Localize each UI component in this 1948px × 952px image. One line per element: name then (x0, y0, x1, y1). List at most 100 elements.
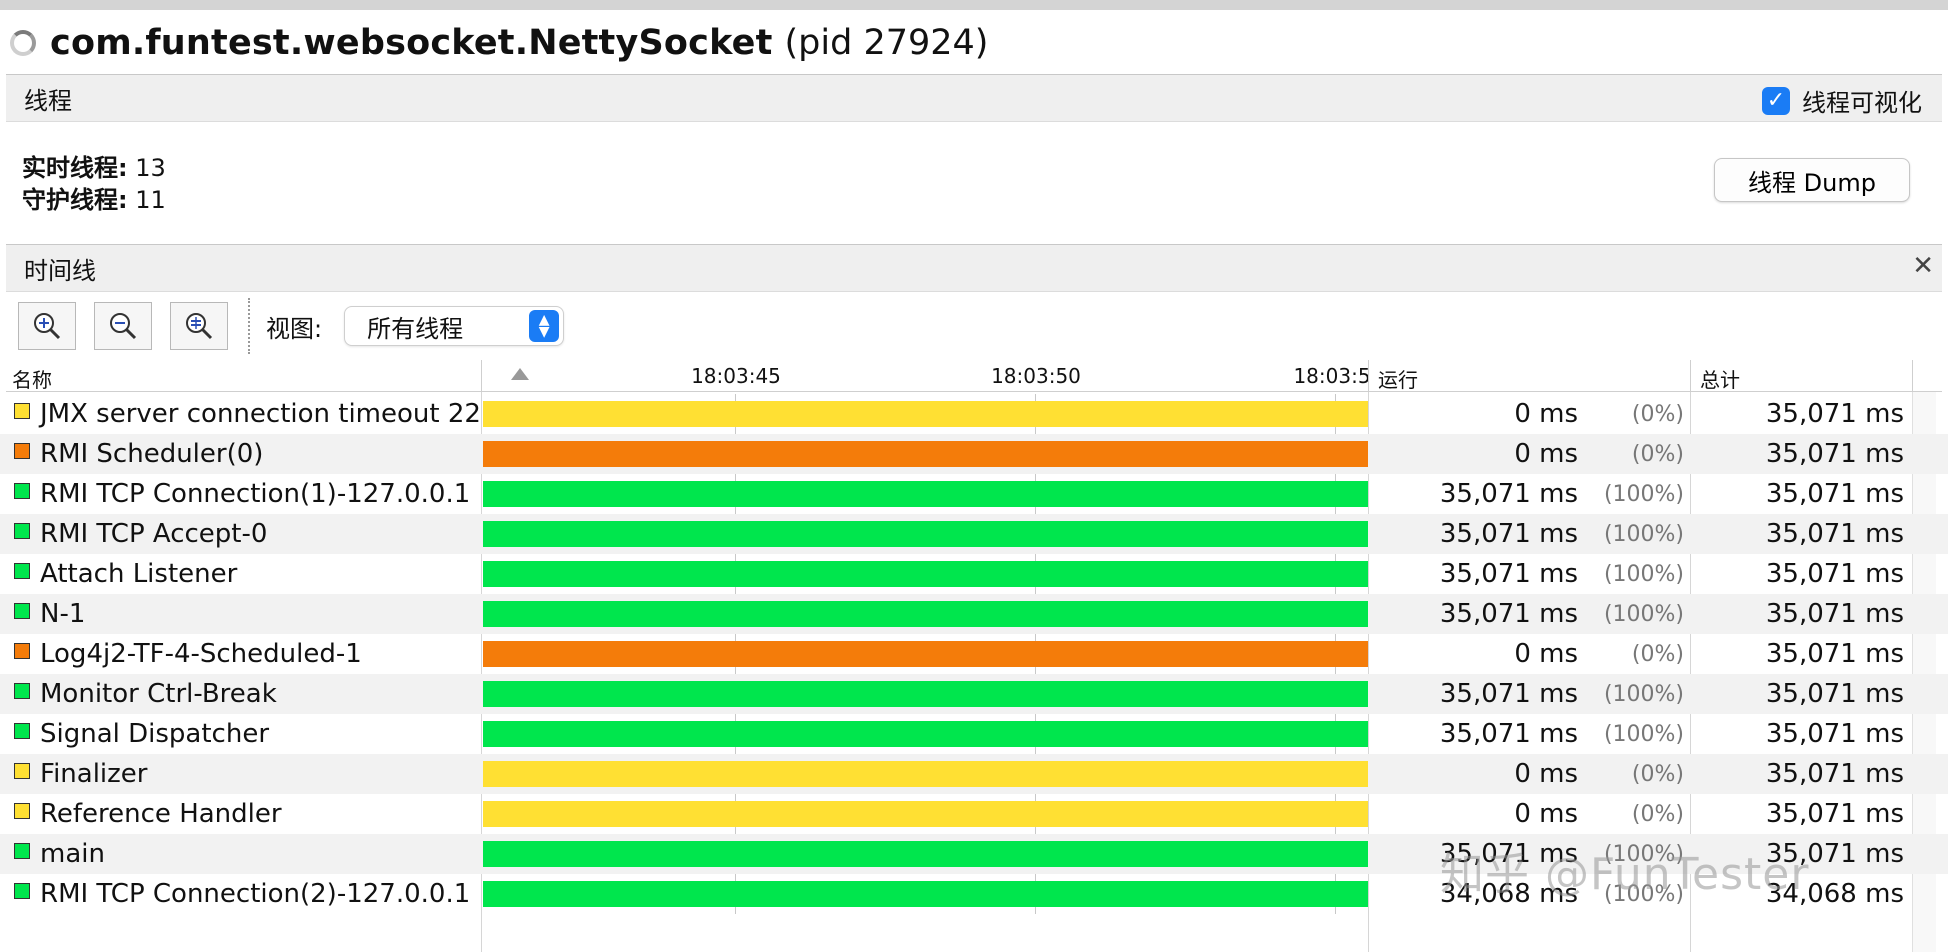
column-header-running[interactable]: 运行 (1378, 364, 1418, 393)
timeline-tick-label: 18:03:45 (691, 364, 781, 388)
watermark-text: 知乎 @FunTester (1440, 849, 1810, 900)
thread-name: main (40, 839, 105, 869)
thread-row[interactable]: RMI TCP Connection(1)-127.0.0.1 35,071 ms… (0, 474, 1948, 514)
thread-timeline-bar[interactable] (483, 601, 1368, 627)
thread-timeline-bar[interactable] (483, 441, 1368, 467)
app-name: com.funtest.websocket.NettySocket (50, 23, 773, 63)
daemon-threads-value: 11 (135, 186, 166, 214)
thread-state-swatch (14, 443, 30, 459)
thread-running-percent: (0%) (1631, 442, 1684, 467)
view-select[interactable]: 所有线程 ▲ ▼ (344, 306, 565, 346)
thread-state-swatch (14, 643, 30, 659)
thread-timeline-bar[interactable] (483, 721, 1368, 747)
thread-state-swatch (14, 883, 30, 899)
thread-timeline-bar[interactable] (483, 761, 1368, 787)
thread-name: Monitor Ctrl-Break (40, 679, 277, 709)
thread-name: RMI TCP Connection(1)-127.0.0.1 (40, 479, 471, 509)
thread-name: JMX server connection timeout 22 (40, 399, 481, 429)
thread-running-percent: (100%) (1603, 562, 1684, 587)
thread-running-percent: (0%) (1631, 762, 1684, 787)
thread-state-swatch (14, 843, 30, 859)
thread-total-time: 35,071 ms (1765, 759, 1904, 789)
thread-row[interactable]: RMI Scheduler(0) 0 ms (0%) 35,071 ms (0, 434, 1948, 474)
thread-row[interactable]: RMI TCP Accept-0 35,071 ms (100%) 35,071 ms (0, 514, 1948, 554)
thread-running-percent: (100%) (1603, 682, 1684, 707)
zoom-out-button[interactable] (94, 302, 152, 350)
thread-total-time: 35,071 ms (1765, 719, 1904, 749)
thread-rows: JMX server connection timeout 22 0 ms (0%)… (0, 394, 1948, 914)
thread-name: RMI Scheduler(0) (40, 439, 264, 469)
thread-row[interactable]: Monitor Ctrl-Break 35,071 ms (100%) 35,071 … (0, 674, 1948, 714)
thread-running-percent: (0%) (1631, 402, 1684, 427)
thread-name: Log4j2-TF-4-Scheduled-1 (40, 639, 362, 669)
app-pid: (pid 27924) (784, 23, 989, 63)
title-bar: com.funtest.websocket.NettySocket (pid 2… (0, 14, 988, 72)
thread-row[interactable]: JMX server connection timeout 22 0 ms (0%)… (0, 394, 1948, 434)
thread-state-swatch (14, 563, 30, 579)
thread-row[interactable]: Finalizer 0 ms (0%) 35,071 ms (0, 754, 1948, 794)
thread-row[interactable]: Attach Listener 35,071 ms (100%) 35,071 ms (0, 554, 1948, 594)
thread-total-time: 35,071 ms (1765, 799, 1904, 829)
live-threads-stat: 实时线程: 13 (22, 152, 166, 184)
zoom-fit-icon (186, 313, 213, 340)
thread-running-percent: (100%) (1603, 602, 1684, 627)
thread-timeline-bar[interactable] (483, 641, 1368, 667)
timeline-toolbar: 视图: 所有线程 ▲ ▼ (18, 298, 565, 354)
thread-state-swatch (14, 603, 30, 619)
thread-timeline-bar[interactable] (483, 841, 1368, 867)
thread-running-time: 35,071 ms (1439, 719, 1578, 749)
timeline-tick-label: 18:03:5 (1293, 364, 1371, 388)
thread-timeline-bar[interactable] (483, 481, 1368, 507)
thread-running-time: 0 ms (1514, 799, 1578, 829)
thread-timeline-bar[interactable] (483, 561, 1368, 587)
thread-dump-button[interactable]: 线程 Dump (1714, 158, 1910, 202)
close-icon[interactable]: ✕ (1912, 251, 1934, 281)
zoom-out-icon (110, 313, 137, 340)
thread-state-swatch (14, 803, 30, 819)
thread-running-time: 35,071 ms (1439, 479, 1578, 509)
thread-row[interactable]: Signal Dispatcher 35,071 ms (100%) 35,071 m… (0, 714, 1948, 754)
thread-name: Attach Listener (40, 559, 238, 589)
thread-running-time: 35,071 ms (1439, 559, 1578, 589)
thread-total-time: 35,071 ms (1765, 439, 1904, 469)
thread-running-time: 0 ms (1514, 399, 1578, 429)
column-header-name[interactable]: 名称 (12, 364, 52, 393)
column-divider[interactable] (1368, 360, 1369, 392)
thread-timeline-bar[interactable] (483, 401, 1368, 427)
thread-name: N-1 (40, 599, 86, 629)
thread-name: RMI TCP Connection(2)-127.0.0.1 (40, 879, 471, 909)
column-header-total[interactable]: 总计 (1700, 364, 1740, 393)
thread-timeline-bar[interactable] (483, 681, 1368, 707)
thread-running-percent: (100%) (1603, 482, 1684, 507)
threads-section-header: 线程 ✓ 线程可视化 (6, 74, 1942, 122)
thread-row[interactable]: Reference Handler 0 ms (0%) 35,071 ms (0, 794, 1948, 834)
thread-total-time: 35,071 ms (1765, 399, 1904, 429)
thread-timeline-bar[interactable] (483, 801, 1368, 827)
loading-spinner-icon (10, 30, 36, 56)
zoom-in-button[interactable] (18, 302, 76, 350)
thread-timeline-bar[interactable] (483, 881, 1368, 907)
sort-ascending-icon[interactable] (511, 368, 529, 380)
live-threads-label: 实时线程: (22, 154, 128, 182)
thread-name: RMI TCP Accept-0 (40, 519, 268, 549)
thread-running-time: 35,071 ms (1439, 679, 1578, 709)
thread-row[interactable]: Log4j2-TF-4-Scheduled-1 0 ms (0%) 35,071 ms (0, 634, 1948, 674)
select-arrows-icon: ▲ ▼ (529, 310, 560, 342)
thread-running-percent: (100%) (1603, 522, 1684, 547)
threads-section-title: 线程 (24, 86, 72, 115)
thread-name: Signal Dispatcher (40, 719, 270, 749)
zoom-fit-button[interactable] (170, 302, 228, 350)
thread-state-swatch (14, 483, 30, 499)
view-label: 视图: (266, 314, 323, 343)
thread-timeline-bar[interactable] (483, 521, 1368, 547)
thread-state-swatch (14, 723, 30, 739)
thread-row[interactable]: N-1 35,071 ms (100%) 35,071 ms (0, 594, 1948, 634)
thread-total-time: 35,071 ms (1765, 679, 1904, 709)
thread-running-time: 0 ms (1514, 759, 1578, 789)
column-divider[interactable] (1912, 360, 1913, 392)
checkbox-checked-icon[interactable]: ✓ (1762, 86, 1790, 115)
visualize-threads-toggle[interactable]: ✓ 线程可视化 (1762, 83, 1922, 118)
column-divider[interactable] (481, 360, 482, 392)
live-threads-value: 13 (135, 154, 166, 182)
column-divider[interactable] (1690, 360, 1691, 392)
